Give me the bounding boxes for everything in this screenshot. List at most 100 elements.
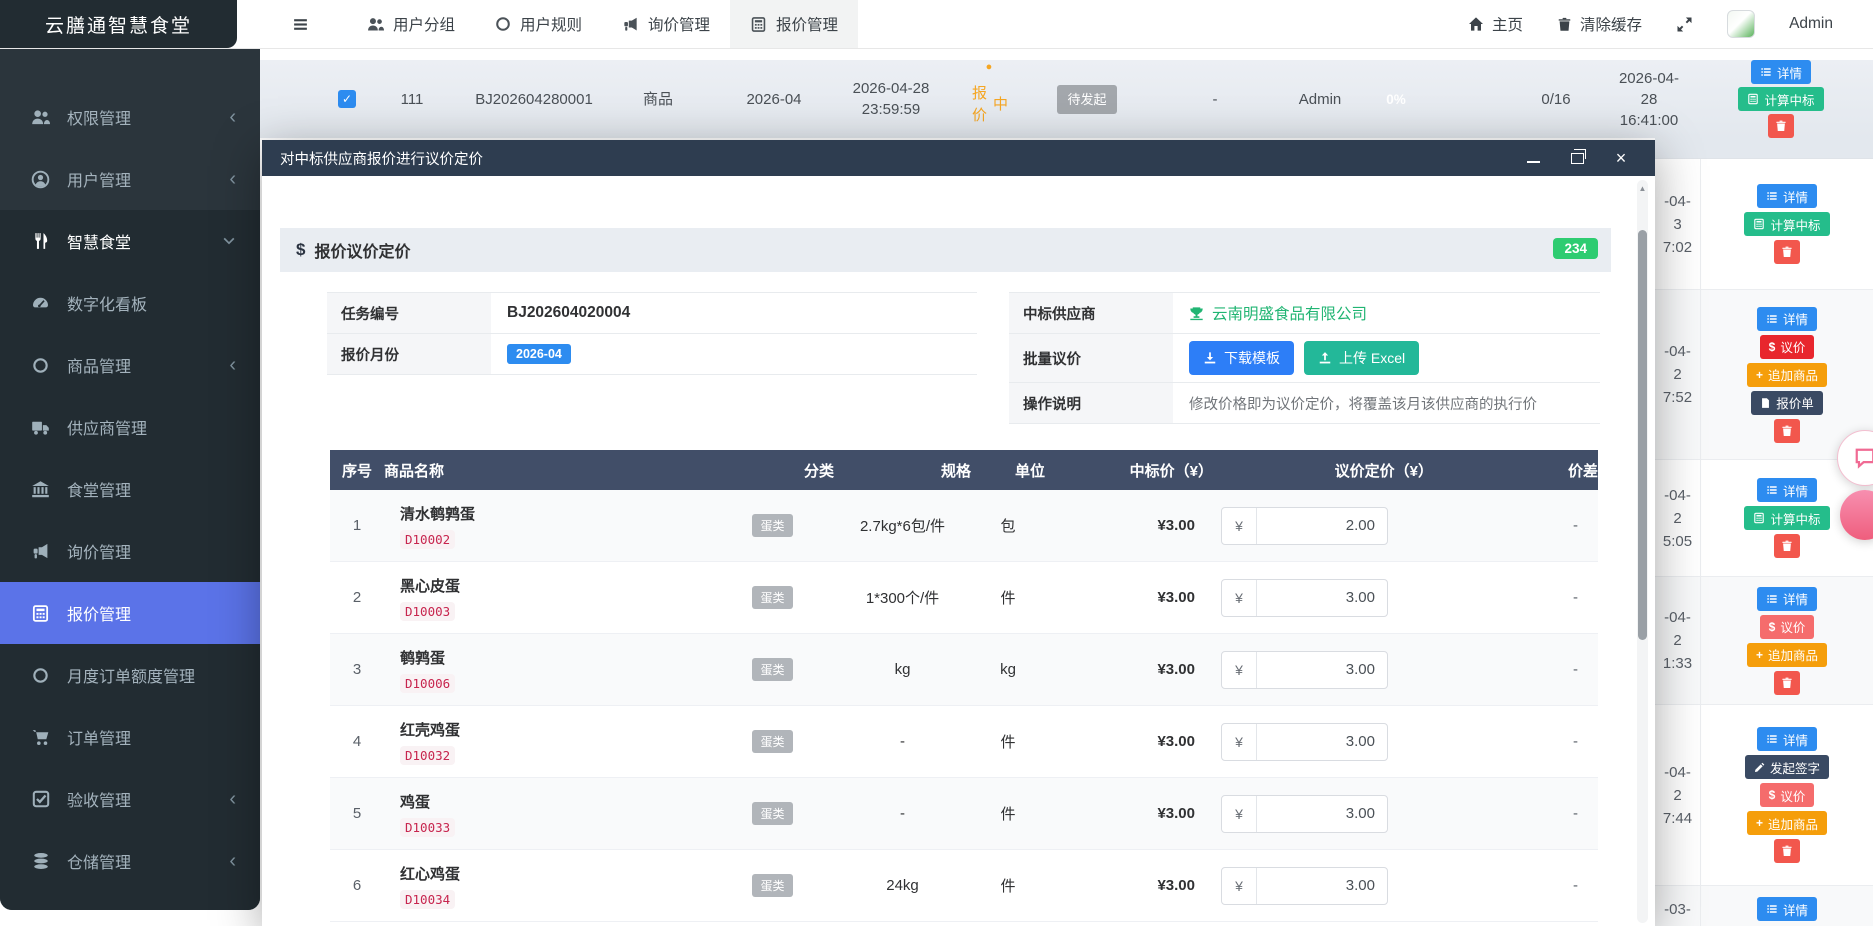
sidebar-item-smart-canteen[interactable]: 智慧食堂: [0, 210, 260, 272]
list-icon: [1766, 903, 1778, 915]
nav-inquiry[interactable]: 询价管理: [602, 0, 730, 48]
sign-button[interactable]: 发起签字: [1745, 755, 1829, 779]
nego-price-input[interactable]: [1257, 724, 1387, 760]
product-cell: 黑心皮蛋 D10003: [384, 575, 711, 621]
currency-prefix: ¥: [1222, 724, 1257, 760]
user-circle-icon: [30, 170, 51, 189]
row-actions: 详情 发起签字 $议价 +追加商品: [1700, 705, 1873, 885]
add-product-button[interactable]: +追加商品: [1747, 811, 1827, 835]
category-badge: 蛋类: [752, 514, 792, 537]
sidebar-item-suppliers[interactable]: 供应商管理: [0, 396, 260, 458]
detail-button[interactable]: 详情: [1757, 897, 1817, 921]
nego-price-input[interactable]: [1257, 508, 1387, 544]
detail-button[interactable]: 详情: [1751, 60, 1811, 84]
dollar-icon: $: [1769, 341, 1776, 353]
table-row: 5 鸡蛋 D10033 蛋类 - 件 ¥3.00 ¥ -: [330, 778, 1598, 850]
note-label: 操作说明: [1009, 383, 1173, 423]
detail-button[interactable]: 详情: [1757, 587, 1817, 611]
nav-label: 报价管理: [776, 13, 838, 35]
home-link[interactable]: 主页: [1468, 13, 1523, 35]
calc-winner-button[interactable]: 计算中标: [1744, 212, 1829, 236]
delete-button[interactable]: [1768, 114, 1794, 138]
hamburger-menu-icon[interactable]: [292, 16, 309, 33]
row-checkbox[interactable]: ✓: [338, 90, 356, 108]
avatar[interactable]: [1727, 10, 1755, 38]
cutlery-icon: [30, 232, 51, 250]
user-menu[interactable]: Admin: [1789, 15, 1833, 33]
nav-user-groups[interactable]: 用户分组: [347, 0, 475, 48]
scrollbar-thumb[interactable]: [1638, 230, 1647, 640]
calc-winner-button[interactable]: 计算中标: [1738, 87, 1823, 111]
scroll-up-icon[interactable]: ▲: [1637, 184, 1648, 193]
sidebar-item-canteens[interactable]: 食堂管理: [0, 458, 260, 520]
diff-cell: -: [1433, 589, 1598, 606]
delete-button[interactable]: [1774, 671, 1800, 695]
add-product-button[interactable]: +追加商品: [1747, 643, 1827, 667]
delete-button[interactable]: [1774, 534, 1800, 558]
sidebar-item-dashboard[interactable]: 数字化看板: [0, 272, 260, 334]
category-badge: 蛋类: [752, 730, 792, 753]
negotiate-button[interactable]: $议价: [1760, 335, 1815, 359]
sidebar-item-products[interactable]: 商品管理 ‹: [0, 334, 260, 396]
count-badge: 234: [1553, 238, 1598, 259]
detail-button[interactable]: 详情: [1757, 307, 1817, 331]
add-product-button[interactable]: +追加商品: [1747, 363, 1827, 387]
negotiate-button[interactable]: $议价: [1760, 783, 1815, 807]
status-dot-icon: ●: [986, 62, 993, 72]
close-button[interactable]: ×: [1613, 150, 1629, 166]
sidebar-item-quotation[interactable]: 报价管理: [0, 582, 260, 644]
plus-icon: +: [1756, 649, 1763, 661]
row-count: 0/16: [1526, 60, 1586, 138]
download-template-button[interactable]: 下载模板: [1189, 341, 1294, 375]
maximize-button[interactable]: [1569, 150, 1585, 166]
clear-cache-link[interactable]: 清除缓存: [1557, 13, 1642, 35]
header-product-name: 商品名称: [384, 460, 711, 481]
nego-price-input[interactable]: [1257, 580, 1387, 616]
sidebar-item-users[interactable]: 用户管理 ‹: [0, 148, 260, 210]
nego-price-input[interactable]: [1257, 868, 1387, 904]
unit-cell: 件: [971, 803, 1045, 824]
sidebar-item-acceptance[interactable]: 验收管理 ‹: [0, 768, 260, 830]
quotation-sheet-button[interactable]: 报价单: [1751, 391, 1823, 415]
sidebar-item-inquiry[interactable]: 询价管理: [0, 520, 260, 582]
modal-titlebar[interactable]: 对中标供应商报价进行议价定价 ×: [262, 140, 1655, 176]
header-win-price: 中标价（¥）: [1045, 460, 1213, 481]
sidebar-item-permissions[interactable]: 权限管理 ‹: [0, 86, 260, 148]
sidebar-item-orders[interactable]: 订单管理: [0, 706, 260, 768]
detail-button[interactable]: 详情: [1757, 727, 1817, 751]
delete-button[interactable]: [1774, 419, 1800, 443]
top-menu: 用户分组 用户规则 询价管理 报价管理: [347, 0, 858, 48]
diff-cell: -: [1433, 661, 1598, 678]
spec-cell: 1*300个/件: [834, 587, 971, 608]
row-time-fragment: -04-27:52: [1655, 290, 1700, 459]
quotation-table-row: ✓ 111 BJ202604280001 商品 2026-04 2026-04-…: [260, 60, 1873, 138]
product-name: 鸡蛋: [400, 791, 711, 812]
nego-price-input[interactable]: [1257, 652, 1387, 688]
category-badge: 蛋类: [752, 586, 792, 609]
list-icon: [1766, 484, 1778, 496]
spec-cell: 2.7kg*6包/件: [834, 515, 971, 536]
upload-excel-button[interactable]: 上传 Excel: [1304, 341, 1419, 375]
dollar-icon: $: [296, 240, 305, 260]
detail-button[interactable]: 详情: [1757, 184, 1817, 208]
task-number: BJ202604020004: [507, 304, 630, 322]
supplier-name[interactable]: 云南明盛食品有限公司: [1189, 302, 1367, 324]
fullscreen-toggle[interactable]: [1676, 16, 1693, 33]
sidebar-item-monthly-quota[interactable]: 月度订单额度管理: [0, 644, 260, 706]
sidebar-item-warehouse[interactable]: 仓储管理 ‹: [0, 830, 260, 892]
table-row: -03- 详情: [1655, 886, 1873, 926]
product-code: D10034: [400, 890, 455, 909]
header-category: 分类: [711, 460, 834, 481]
negotiate-button[interactable]: $议价: [1760, 615, 1815, 639]
delete-button[interactable]: [1774, 839, 1800, 863]
minimize-button[interactable]: [1525, 150, 1541, 166]
delete-button[interactable]: [1774, 240, 1800, 264]
detail-button[interactable]: 详情: [1757, 478, 1817, 502]
nav-quotation[interactable]: 报价管理: [730, 0, 858, 48]
modal-scrollbar[interactable]: ▲: [1637, 180, 1648, 923]
nav-user-rules[interactable]: 用户规则: [475, 0, 602, 48]
product-name: 鹌鹑蛋: [400, 647, 711, 668]
calc-winner-button[interactable]: 计算中标: [1744, 506, 1829, 530]
nego-price-input[interactable]: [1257, 796, 1387, 832]
product-code: D10002: [400, 530, 455, 549]
